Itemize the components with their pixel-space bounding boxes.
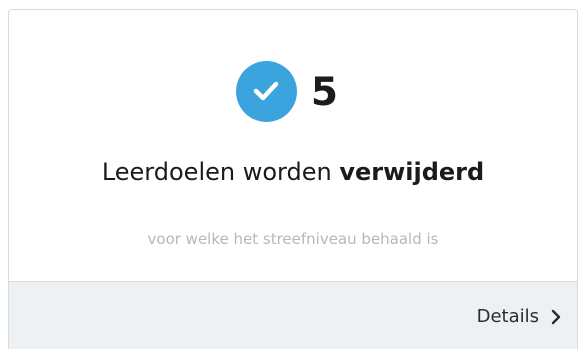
chevron-right-icon: [551, 309, 561, 325]
card-body: 5 Leerdoelen worden verwijderd voor welk…: [9, 10, 577, 281]
count-row: 5: [9, 60, 577, 122]
count-value: 5: [310, 69, 339, 115]
details-label: Details: [476, 306, 539, 327]
check-icon: [235, 60, 297, 122]
summary-card: 5 Leerdoelen worden verwijderd voor welk…: [8, 9, 578, 349]
headline-prefix: Leerdoelen worden: [101, 158, 340, 186]
headline-emphasis: verwijderd: [339, 158, 485, 186]
subtext: voor welke het streefniveau behaald is: [147, 230, 439, 248]
details-link[interactable]: Details: [477, 306, 561, 328]
headline: Leerdoelen worden verwijderd: [9, 157, 577, 187]
card-footer: Details: [9, 281, 577, 349]
